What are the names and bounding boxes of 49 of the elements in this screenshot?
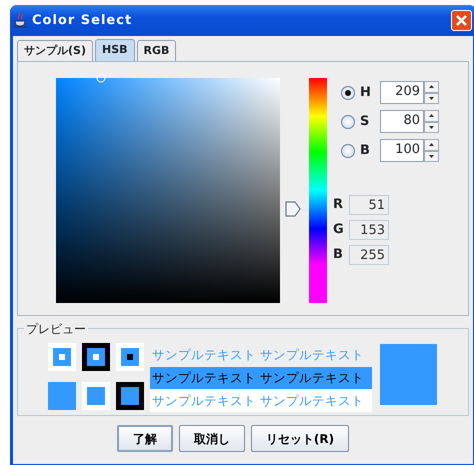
field-label: B [333, 246, 344, 264]
color-swatch [116, 382, 144, 410]
caret-up-icon [429, 143, 434, 146]
spin-up-button[interactable] [424, 81, 439, 92]
spin-up-button[interactable] [424, 110, 439, 122]
button[interactable]: リセット(R) [250, 425, 350, 452]
value-field: 51 [349, 194, 389, 214]
color-swatch [82, 343, 110, 371]
value-field: 153 [349, 220, 389, 240]
marker-icon[interactable] [96, 74, 106, 82]
color-field[interactable] [56, 78, 280, 303]
close-button[interactable] [451, 10, 472, 31]
caret-down-icon [429, 154, 434, 158]
coffee-cup-icon [13, 12, 28, 29]
number-field[interactable]: 209 [380, 81, 424, 104]
color-swatch [82, 382, 110, 410]
radio-label: H [359, 84, 372, 102]
radio-label: B [359, 142, 371, 160]
close-icon [455, 14, 468, 27]
spin-down-button[interactable] [424, 122, 439, 133]
field-label: G [333, 220, 345, 239]
spin-down-button[interactable] [424, 92, 439, 104]
window-title: Color Select [32, 12, 132, 30]
slider-thumb[interactable] [285, 200, 301, 217]
number-field[interactable]: 80 [380, 110, 424, 133]
caret-down-icon [429, 96, 434, 100]
caret-up-icon [429, 114, 434, 118]
caret-down-icon [429, 126, 434, 129]
sample-text: サンプルテキスト サンプルテキスト [151, 346, 365, 364]
tab[interactable]: RGB [136, 40, 176, 61]
tab[interactable]: HSB [94, 39, 134, 61]
value-field: 255 [349, 244, 389, 264]
radio-button[interactable] [341, 114, 355, 128]
caret-up-icon [429, 85, 434, 88]
color-swatch [48, 382, 76, 410]
radio-button[interactable] [341, 86, 355, 100]
color-swatch [116, 343, 144, 371]
sample-text: サンプルテキスト サンプルテキスト [150, 367, 372, 389]
field-label: R [333, 196, 344, 214]
spin-up-button[interactable] [424, 139, 439, 150]
number-field[interactable]: 100 [380, 139, 424, 162]
radio-label: S [359, 112, 370, 131]
radio-button[interactable] [341, 144, 355, 158]
sample-text: サンプルテキスト サンプルテキスト [150, 390, 372, 412]
spin-down-button[interactable] [424, 150, 439, 162]
tab[interactable]: サンプル(S) [17, 40, 93, 61]
color-swatch [48, 343, 76, 371]
button[interactable]: 了解 [116, 425, 173, 452]
button[interactable]: 取消し [178, 425, 245, 452]
